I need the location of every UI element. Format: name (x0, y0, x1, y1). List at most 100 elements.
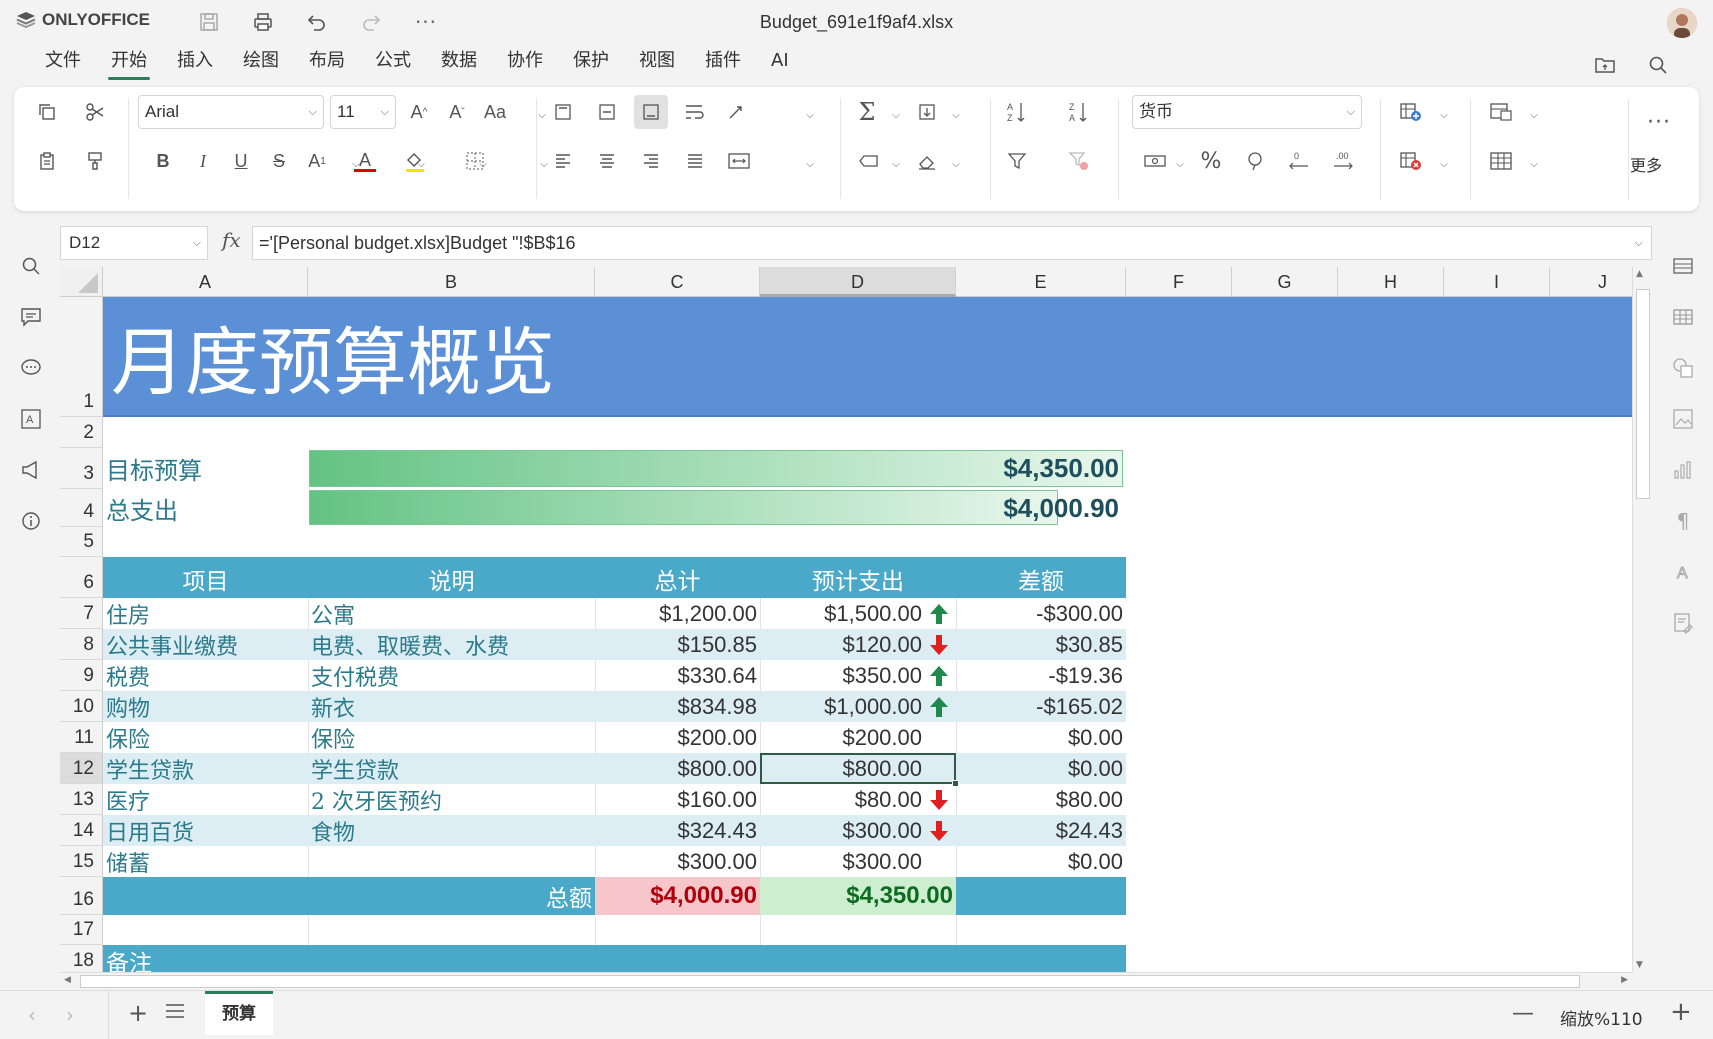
font-size-select[interactable]: 11 ⌵ (330, 95, 396, 129)
row-header-3[interactable]: 3 (60, 448, 103, 489)
cell-description[interactable] (308, 846, 595, 877)
more-icon[interactable]: ··· (1642, 105, 1676, 139)
autosum-icon[interactable]: Σ (850, 95, 884, 129)
paste-icon[interactable] (30, 144, 64, 178)
select-all-corner[interactable] (60, 267, 103, 297)
align-bottom-icon[interactable] (634, 95, 668, 129)
row-header-17[interactable]: 17 (60, 915, 103, 945)
cell-item[interactable]: 医疗 (103, 784, 308, 815)
total-spent-label[interactable]: 总支出 (103, 489, 308, 527)
cell-settings-icon[interactable] (1666, 249, 1700, 283)
cell-style-icon[interactable] (852, 144, 886, 178)
cell-total[interactable]: $160.00 (595, 784, 760, 815)
table-settings-icon[interactable] (1666, 300, 1700, 334)
feedback-icon[interactable] (14, 453, 48, 487)
cell-projected[interactable]: $200.00 (760, 722, 925, 753)
delete-cells-icon[interactable] (1394, 144, 1428, 178)
header-projected[interactable]: 预计支出 (760, 559, 956, 598)
row-header-13[interactable]: 13 (60, 784, 103, 815)
row-header-12[interactable]: 12 (60, 753, 103, 784)
cell-item[interactable]: 日用百货 (103, 815, 308, 846)
cell-projected[interactable]: $80.00 (760, 784, 925, 815)
vertical-scroll-thumb[interactable] (1636, 289, 1650, 499)
column-header-h[interactable]: H (1338, 267, 1444, 297)
spellcheck-icon[interactable]: A (14, 402, 48, 436)
total-spent-value[interactable]: $4,000.90 (309, 489, 1123, 527)
align-top-icon[interactable] (546, 95, 580, 129)
number-format-select[interactable]: 货币 ⌵ (1132, 95, 1362, 129)
cell-item[interactable]: 保险 (103, 722, 308, 753)
cell-difference[interactable]: -$165.02 (956, 691, 1126, 722)
align-left-icon[interactable] (546, 144, 580, 178)
cell-description[interactable]: 食物 (308, 815, 595, 846)
signature-settings-icon[interactable] (1666, 606, 1700, 640)
align-center-icon[interactable] (590, 144, 624, 178)
cell-description[interactable]: 公寓 (308, 598, 595, 629)
cell-description[interactable]: 电费、取暖费、水费 (308, 629, 595, 660)
prev-sheet-icon[interactable]: ‹ (28, 1003, 36, 1027)
cell-total[interactable]: $300.00 (595, 846, 760, 877)
row-header-15[interactable]: 15 (60, 846, 103, 877)
selected-cell-d12[interactable] (760, 753, 959, 787)
wrap-text-icon[interactable] (678, 95, 712, 129)
row-header-11[interactable]: 11 (60, 722, 103, 753)
decrease-font-icon[interactable]: Aˇ (440, 95, 474, 129)
formula-input[interactable]: ='[Personal budget.xlsx]Budget "!$B$16 ⌵ (252, 226, 1652, 260)
chart-settings-icon[interactable] (1666, 453, 1700, 487)
cell-description[interactable]: 学生贷款 (308, 753, 595, 784)
tab-data[interactable]: 数据 (426, 46, 492, 82)
next-sheet-icon[interactable]: › (66, 1003, 74, 1027)
merge-cells-icon[interactable] (722, 144, 756, 178)
more-label[interactable]: 更多 (1630, 152, 1662, 176)
row-header-2[interactable]: 2 (60, 417, 103, 448)
cut-icon[interactable] (78, 95, 112, 129)
clear-filter-icon[interactable] (1062, 144, 1096, 178)
cell-item[interactable]: 储蓄 (103, 846, 308, 877)
zoom-out-icon[interactable]: — (1512, 1001, 1534, 1026)
tab-plugins[interactable]: 插件 (690, 46, 756, 82)
search-icon[interactable] (1643, 50, 1673, 80)
cell-difference[interactable]: -$19.36 (956, 660, 1126, 691)
cell-difference[interactable]: $24.43 (956, 815, 1126, 846)
change-case-icon[interactable]: Aa (478, 95, 512, 129)
tab-layout[interactable]: 布局 (294, 46, 360, 82)
name-box[interactable]: D12 ⌵ (60, 226, 208, 260)
header-difference[interactable]: 差额 (956, 559, 1126, 598)
add-sheet-icon[interactable]: + (128, 999, 148, 1027)
cell-description[interactable]: 新衣 (308, 691, 595, 722)
scroll-up-icon[interactable]: ▲ (1636, 269, 1643, 279)
sheet-title[interactable]: 月度预算概览 (103, 297, 1632, 417)
format-as-table-icon[interactable] (1484, 144, 1518, 178)
tab-protect[interactable]: 保护 (558, 46, 624, 82)
decrease-decimal-icon[interactable]: 0 (1282, 144, 1316, 178)
cell-item[interactable]: 住房 (103, 598, 308, 629)
cell-projected[interactable]: $120.00 (760, 629, 925, 660)
horizontal-scroll-thumb[interactable] (80, 975, 1580, 988)
search-icon[interactable] (14, 249, 48, 283)
cell-difference[interactable]: $30.85 (956, 629, 1126, 660)
info-icon[interactable] (14, 504, 48, 538)
row-header-6[interactable]: 6 (60, 557, 103, 598)
cell-total[interactable]: $1,200.00 (595, 598, 760, 629)
clear-icon[interactable] (910, 144, 944, 178)
comment-icon[interactable] (14, 300, 48, 334)
cell-description[interactable]: 支付税费 (308, 660, 595, 691)
image-settings-icon[interactable] (1666, 402, 1700, 436)
bold-icon[interactable]: B (146, 144, 180, 178)
fx-icon[interactable]: fx (222, 228, 241, 252)
cell-item[interactable]: 公共事业缴费 (103, 629, 308, 660)
row-header-18[interactable]: 18 (60, 945, 103, 972)
row-header-14[interactable]: 14 (60, 815, 103, 846)
align-right-icon[interactable] (634, 144, 668, 178)
cell-difference[interactable]: $0.00 (956, 753, 1126, 784)
scroll-left-icon[interactable]: ◀ (64, 975, 71, 985)
cell-total[interactable]: $200.00 (595, 722, 760, 753)
spreadsheet-grid[interactable]: A B C D E F G H I J 1 2 3 4 5 6 7 8 9 10… (60, 267, 1632, 972)
row-header-5[interactable]: 5 (60, 527, 103, 557)
conditional-formatting-icon[interactable] (1484, 95, 1518, 129)
cell-total[interactable]: $324.43 (595, 815, 760, 846)
chat-icon[interactable] (14, 351, 48, 385)
tab-view[interactable]: 视图 (624, 46, 690, 82)
cell-item[interactable]: 税费 (103, 660, 308, 691)
row-header-1[interactable]: 1 (60, 297, 103, 417)
